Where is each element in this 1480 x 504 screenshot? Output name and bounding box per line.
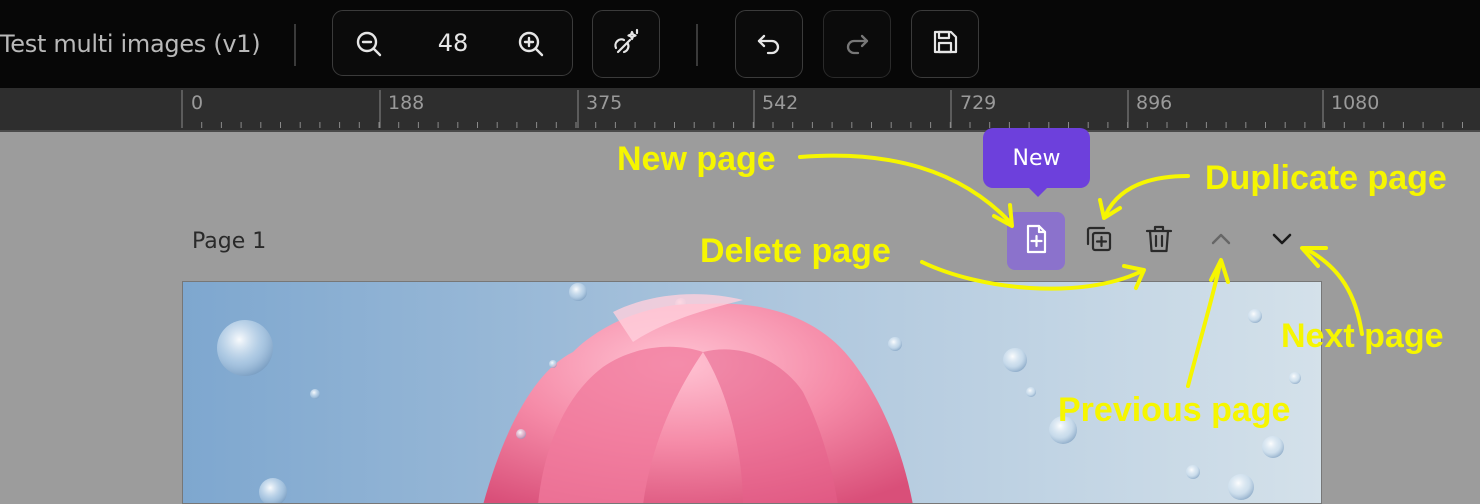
annotation-new-page: New page xyxy=(617,140,776,178)
annotation-previous-page: Previous page xyxy=(1058,391,1291,429)
top-toolbar: Test multi images (v1) 48 xyxy=(0,0,1480,88)
next-page-button[interactable] xyxy=(1253,212,1311,270)
delete-page-button[interactable] xyxy=(1130,212,1188,270)
new-page-icon xyxy=(1020,223,1052,260)
ruler-label: 729 xyxy=(960,92,997,114)
ruler-label: 375 xyxy=(586,92,623,114)
annotation-duplicate-page: Duplicate page xyxy=(1205,159,1447,197)
save-icon xyxy=(930,27,960,62)
tooltip-arrow xyxy=(1027,186,1049,197)
annotation-delete-page: Delete page xyxy=(700,232,891,270)
undo-icon xyxy=(754,27,784,62)
ruler-label: 188 xyxy=(388,92,425,114)
zoom-in-icon[interactable] xyxy=(513,26,549,62)
duplicate-page-button[interactable] xyxy=(1070,212,1128,270)
undo-button[interactable] xyxy=(735,10,803,78)
chevron-up-icon xyxy=(1207,225,1235,258)
new-tooltip: New xyxy=(983,128,1090,188)
trash-icon xyxy=(1143,223,1175,260)
ruler-label: 1080 xyxy=(1331,92,1380,114)
ruler-ticks xyxy=(181,90,1463,128)
magic-button[interactable] xyxy=(592,10,660,78)
horizontal-ruler: 0 188 375 542 729 896 1080 xyxy=(0,88,1480,132)
previous-page-button[interactable] xyxy=(1192,212,1250,270)
zoom-control: 48 xyxy=(332,10,573,76)
ruler-label: 0 xyxy=(191,92,204,114)
redo-icon xyxy=(842,27,872,62)
chevron-down-icon xyxy=(1268,225,1296,258)
toolbar-divider xyxy=(696,24,698,66)
redo-button[interactable] xyxy=(823,10,891,78)
document-title: Test multi images (v1) xyxy=(0,30,261,58)
save-button[interactable] xyxy=(911,10,979,78)
toolbar-divider xyxy=(294,24,296,66)
duplicate-page-icon xyxy=(1082,222,1116,261)
page-title: Page 1 xyxy=(192,229,267,254)
annotation-next-page: Next page xyxy=(1281,317,1444,355)
zoom-out-icon[interactable] xyxy=(351,26,387,62)
zoom-level[interactable]: 48 xyxy=(423,29,483,57)
magic-wand-icon xyxy=(610,26,642,63)
new-page-button[interactable] xyxy=(1007,212,1065,270)
ruler-label: 542 xyxy=(762,92,799,114)
ruler-label: 896 xyxy=(1136,92,1173,114)
